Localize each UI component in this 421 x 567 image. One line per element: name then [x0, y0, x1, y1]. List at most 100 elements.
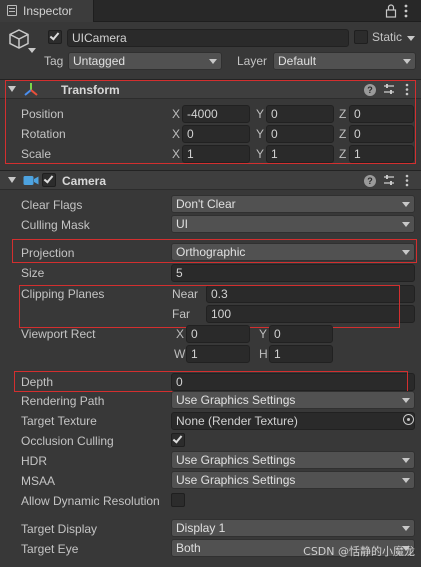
position-z-field[interactable]: 0 [349, 105, 414, 123]
clear-flags-label: Clear Flags [21, 198, 83, 212]
target-texture-field[interactable]: None (Render Texture) [171, 412, 415, 430]
component-menu-icon[interactable] [405, 174, 409, 190]
rotation-z-axis[interactable]: Z [339, 127, 346, 141]
far-label[interactable]: Far [172, 307, 190, 321]
hdr-dropdown[interactable]: Use Graphics Settings [171, 451, 415, 469]
msaa-dropdown[interactable]: Use Graphics Settings [171, 471, 415, 489]
rotation-x-field[interactable]: 0 [182, 125, 250, 143]
depth-field[interactable]: 0 [171, 373, 415, 391]
rotation-x-axis[interactable]: X [172, 127, 180, 141]
tag-value: Untagged [73, 54, 126, 68]
scale-x-field[interactable]: 1 [182, 145, 250, 163]
target-eye-label: Target Eye [21, 542, 79, 556]
caret-icon [402, 458, 410, 463]
object-name-field[interactable]: UICamera [67, 29, 349, 47]
viewport-x-field[interactable]: 0 [186, 325, 250, 343]
position-z-axis[interactable]: Z [339, 107, 346, 121]
msaa-value: Use Graphics Settings [176, 473, 296, 487]
layer-label: Layer [237, 54, 268, 68]
size-field[interactable]: 5 [171, 264, 415, 282]
target-texture-value: None (Render Texture) [176, 414, 298, 428]
checkmark-icon [43, 173, 54, 184]
icon-dropdown-caret-icon[interactable] [28, 48, 36, 53]
transform-axes-icon [23, 82, 39, 100]
rotation-y-axis[interactable]: Y [256, 127, 264, 141]
viewport-x-label[interactable]: X [176, 327, 184, 341]
scale-y-axis[interactable]: Y [256, 147, 264, 161]
size-label: Size [21, 266, 45, 280]
viewport-h-field[interactable]: 1 [269, 345, 333, 363]
near-field[interactable]: 0.3 [206, 285, 415, 303]
target-display-dropdown[interactable]: Display 1 [171, 519, 415, 537]
caret-icon [402, 526, 410, 531]
hdr-value: Use Graphics Settings [176, 453, 296, 467]
viewport-h-label[interactable]: H [259, 347, 268, 361]
viewport-y-label[interactable]: Y [259, 327, 267, 341]
tag-dropdown[interactable]: Untagged [68, 52, 222, 70]
depth-label: Depth [21, 375, 54, 389]
scale-y-field[interactable]: 1 [266, 145, 334, 163]
tag-label: Tag [44, 54, 64, 68]
position-y-field[interactable]: 0 [266, 105, 334, 123]
dynamic-resolution-label: Allow Dynamic Resolution [21, 494, 160, 508]
scale-x-axis[interactable]: X [172, 147, 180, 161]
presets-icon[interactable] [383, 174, 395, 189]
transform-header[interactable]: Transform ? [0, 79, 421, 99]
object-picker-dot-icon [407, 418, 410, 421]
layer-dropdown[interactable]: Default [273, 52, 416, 70]
scale-label: Scale [21, 147, 52, 161]
camera-header[interactable]: Camera ? [0, 170, 421, 190]
position-x-axis[interactable]: X [172, 107, 180, 121]
checkmark-icon [49, 30, 60, 41]
culling-mask-value: UI [176, 217, 188, 231]
position-y-axis[interactable]: Y [256, 107, 264, 121]
inspector-icon-line-2 [9, 11, 15, 12]
clear-flags-dropdown[interactable]: Don't Clear [171, 195, 415, 213]
presets-icon[interactable] [383, 83, 395, 98]
active-checkbox[interactable] [48, 30, 62, 44]
target-texture-label: Target Texture [21, 414, 97, 428]
viewport-y-field[interactable]: 0 [269, 325, 333, 343]
occlusion-culling-checkbox[interactable] [171, 433, 185, 447]
near-label[interactable]: Near [172, 287, 198, 301]
component-menu-icon[interactable] [405, 83, 409, 99]
kebab-menu-icon[interactable] [404, 4, 408, 21]
inspector-icon-line [9, 8, 15, 9]
rotation-y-field[interactable]: 0 [266, 125, 334, 143]
camera-title: Camera [62, 174, 107, 188]
projection-label: Projection [21, 246, 75, 260]
camera-icon [23, 175, 39, 189]
viewport-w-field[interactable]: 1 [186, 345, 250, 363]
camera-enabled-checkbox[interactable] [42, 173, 56, 187]
foldout-arrow-icon[interactable] [8, 177, 16, 183]
caret-icon [402, 478, 410, 483]
projection-value: Orthographic [176, 245, 246, 259]
viewport-w-label[interactable]: W [174, 347, 185, 361]
culling-mask-dropdown[interactable]: UI [171, 215, 415, 233]
lock-icon[interactable] [385, 4, 397, 21]
gameobject-cube-icon [8, 28, 30, 53]
caret-icon [402, 398, 410, 403]
msaa-label: MSAA [21, 474, 56, 488]
static-dropdown-caret-icon[interactable] [407, 36, 415, 41]
target-eye-value: Both [176, 541, 201, 555]
projection-dropdown[interactable]: Orthographic [171, 243, 415, 261]
scale-z-field[interactable]: 1 [349, 145, 414, 163]
static-checkbox[interactable] [354, 30, 368, 44]
target-display-value: Display 1 [176, 521, 226, 535]
help-icon[interactable]: ? [364, 84, 376, 96]
foldout-arrow-icon[interactable] [8, 86, 16, 92]
caret-icon [209, 59, 217, 64]
dynamic-resolution-checkbox[interactable] [171, 493, 185, 507]
rotation-z-field[interactable]: 0 [349, 125, 414, 143]
help-icon[interactable]: ? [364, 175, 376, 187]
far-field[interactable]: 100 [206, 305, 415, 323]
rendering-path-dropdown[interactable]: Use Graphics Settings [171, 391, 415, 409]
position-label: Position [21, 107, 64, 121]
hdr-label: HDR [21, 454, 47, 468]
clear-flags-value: Don't Clear [176, 197, 236, 211]
target-display-label: Target Display [21, 522, 98, 536]
scale-z-axis[interactable]: Z [339, 147, 346, 161]
tab-inspector[interactable]: Inspector [0, 0, 94, 22]
position-x-field[interactable]: -4000 [182, 105, 250, 123]
